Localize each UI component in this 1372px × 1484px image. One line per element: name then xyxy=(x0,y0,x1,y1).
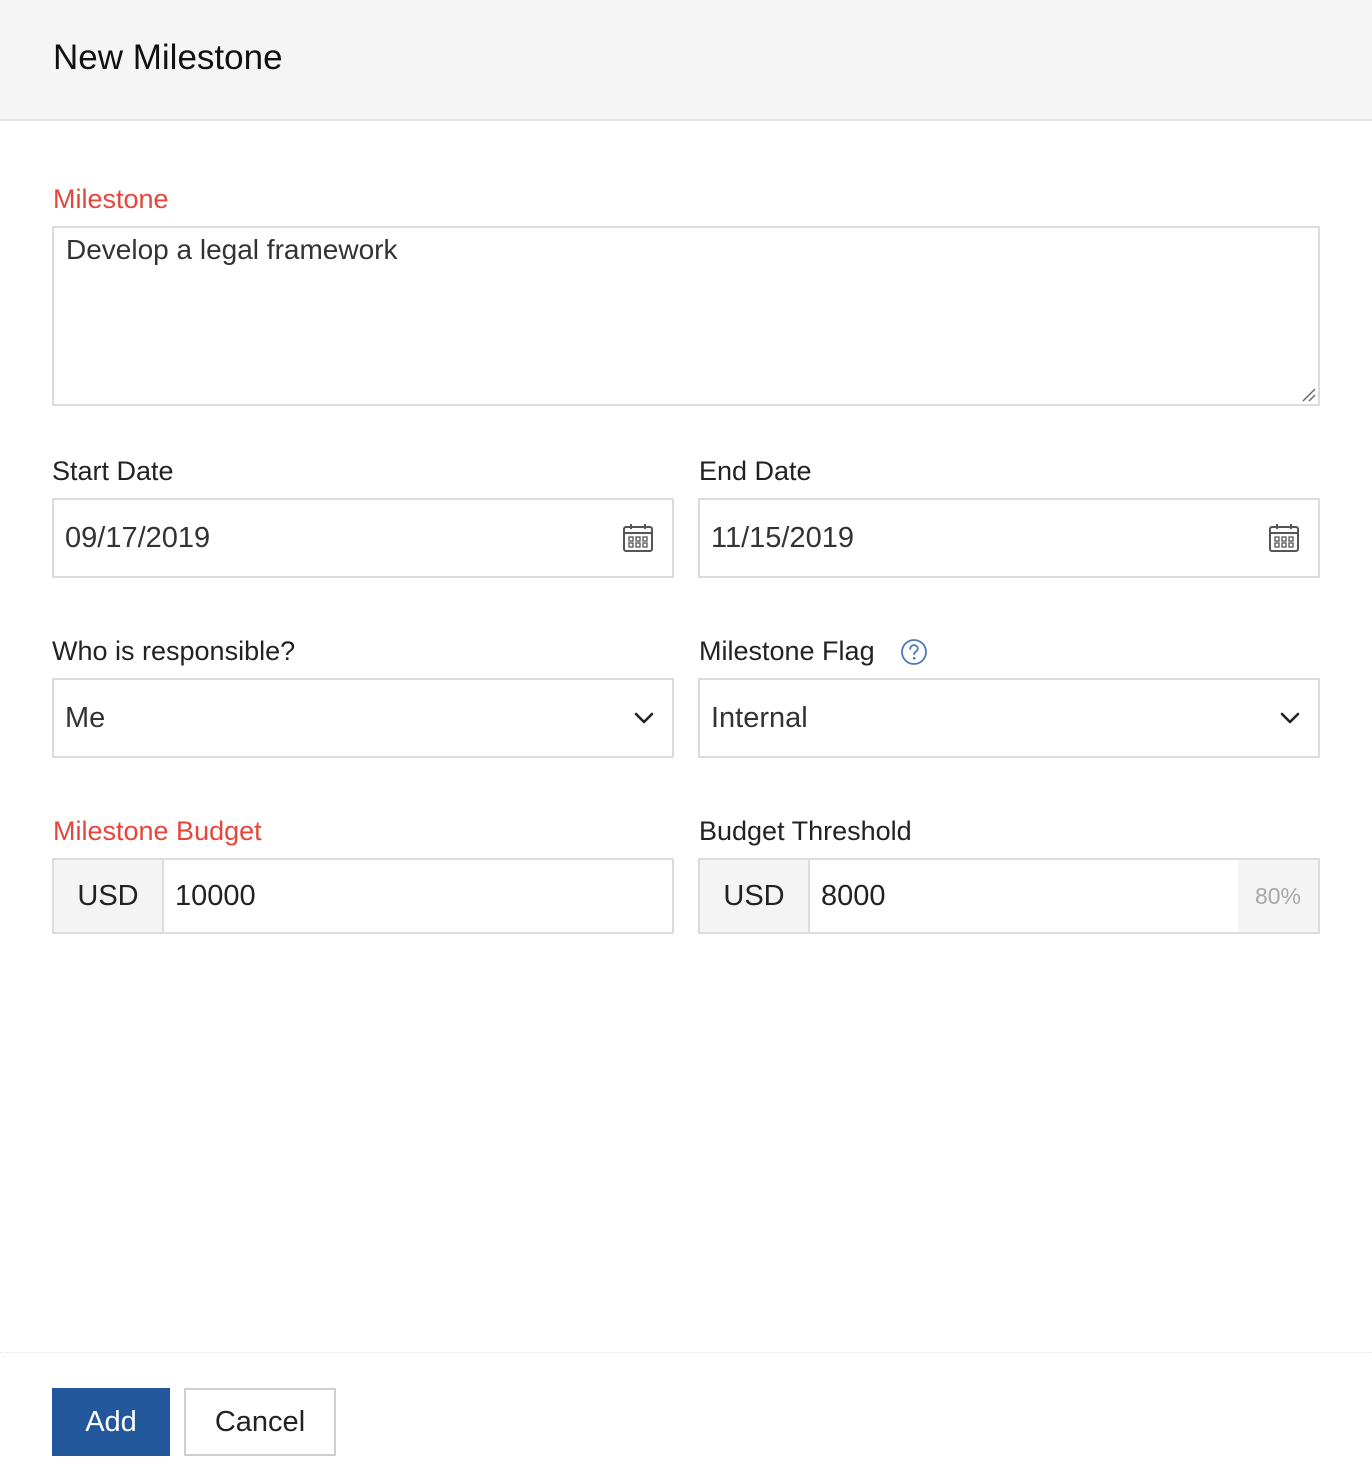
start-date-value: 09/17/2019 xyxy=(65,522,211,554)
resize-grip-icon[interactable] xyxy=(1300,386,1316,402)
budget-input[interactable]: 10000 xyxy=(164,860,672,932)
flag-value: Internal xyxy=(711,702,808,734)
budget-currency: USD xyxy=(54,860,164,932)
responsible-select[interactable]: Me xyxy=(52,678,674,758)
threshold-field: USD 8000 80% xyxy=(698,858,1320,934)
dialog-title: New Milestone xyxy=(53,38,283,77)
responsible-value: Me xyxy=(65,702,106,734)
flag-select[interactable]: Internal xyxy=(698,678,1320,758)
start-date-input[interactable]: 09/17/2019 xyxy=(52,498,674,578)
milestone-label: Milestone xyxy=(53,184,169,214)
calendar-icon[interactable] xyxy=(1268,522,1300,554)
end-date-input[interactable]: 11/15/2019 xyxy=(698,498,1320,578)
chevron-down-icon xyxy=(1280,712,1300,724)
threshold-currency: USD xyxy=(700,860,810,932)
calendar-icon[interactable] xyxy=(622,522,654,554)
chevron-down-icon xyxy=(634,712,654,724)
budget-field: USD 10000 xyxy=(52,858,674,934)
flag-label: Milestone Flag xyxy=(699,636,875,666)
help-icon[interactable] xyxy=(900,638,928,666)
threshold-percent: 80% xyxy=(1238,860,1318,932)
footer-divider xyxy=(0,1352,1372,1353)
milestone-value: Develop a legal framework xyxy=(66,234,398,265)
cancel-button[interactable]: Cancel xyxy=(184,1388,336,1456)
threshold-input[interactable]: 8000 xyxy=(810,860,1238,932)
milestone-textarea[interactable]: Develop a legal framework xyxy=(52,226,1320,406)
dialog-header: New Milestone xyxy=(0,0,1372,121)
start-date-label: Start Date xyxy=(52,456,174,486)
end-date-value: 11/15/2019 xyxy=(711,522,854,554)
end-date-label: End Date xyxy=(699,456,812,486)
responsible-label: Who is responsible? xyxy=(52,636,296,666)
add-button[interactable]: Add xyxy=(52,1388,170,1456)
budget-label: Milestone Budget xyxy=(53,816,262,846)
threshold-label: Budget Threshold xyxy=(699,816,912,846)
